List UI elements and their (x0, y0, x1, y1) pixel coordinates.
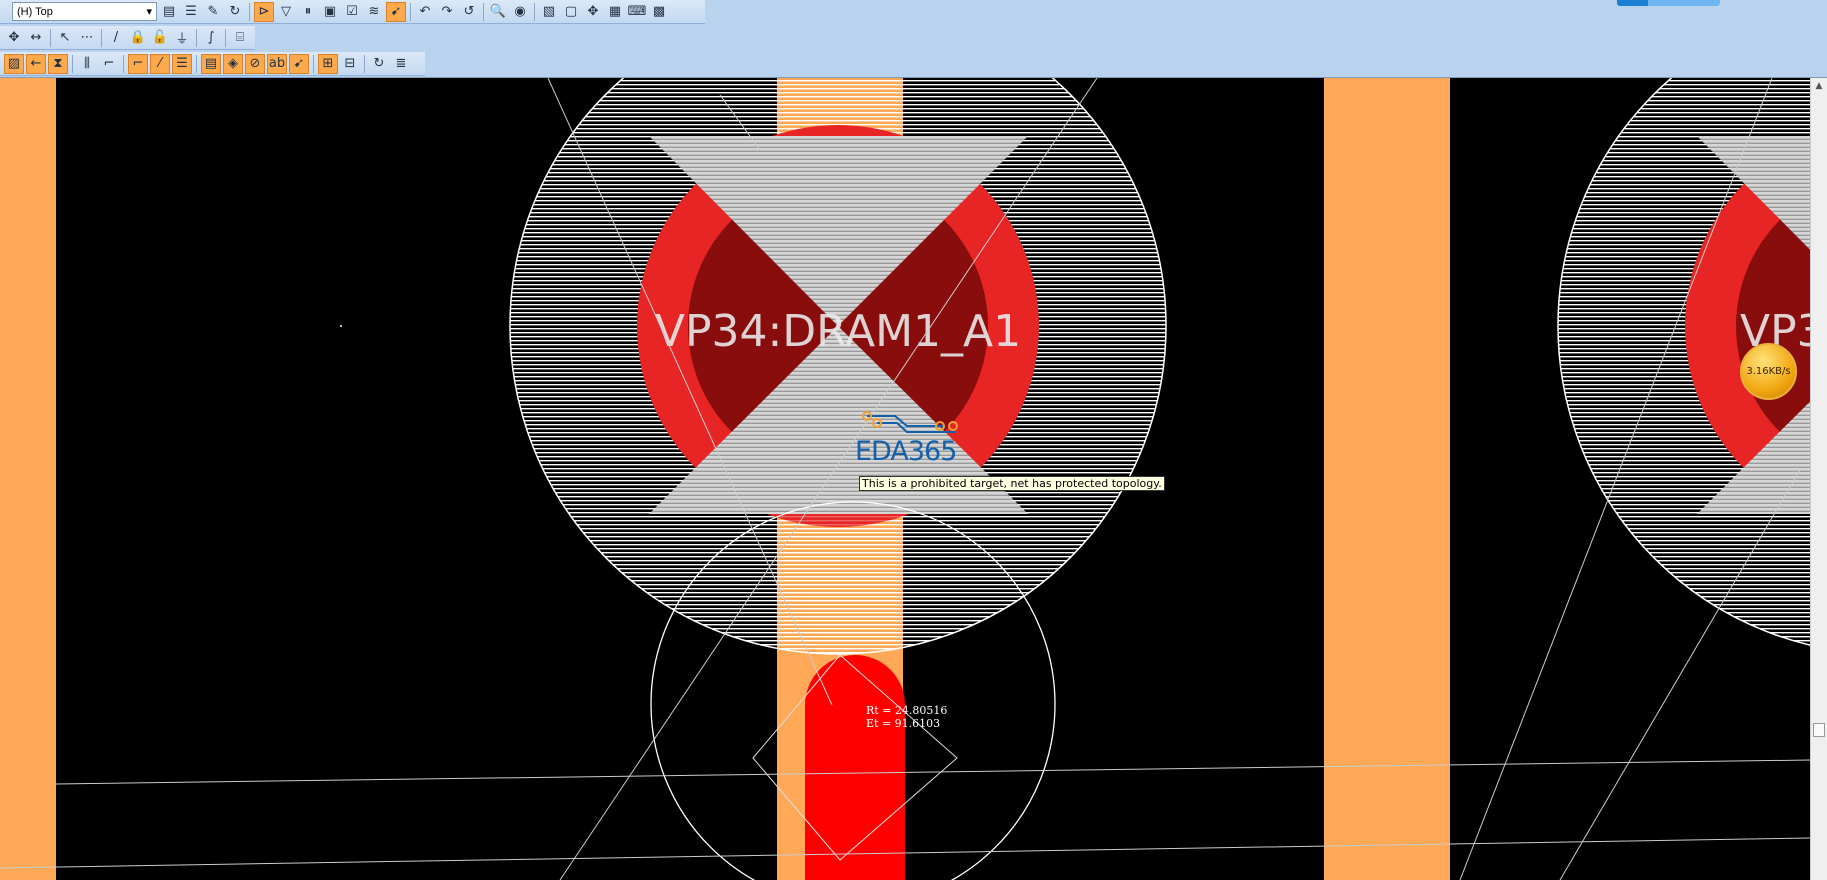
toolbar-separator (313, 54, 314, 73)
view-icon[interactable]: ◉ (510, 2, 530, 22)
keyboard-icon[interactable]: ⌨ (627, 2, 647, 22)
toolbar-separator (72, 54, 73, 73)
picture-icon[interactable]: ▧ (539, 2, 559, 22)
scroll-thumb[interactable] (1813, 723, 1825, 737)
move-icon[interactable]: ✥ (4, 28, 24, 48)
select-nets-icon[interactable]: ➹ (386, 1, 406, 22)
toolbar-separator (225, 28, 226, 47)
angle-route-icon[interactable]: ⌐ (128, 53, 148, 74)
undo-icon[interactable]: ↶ (415, 2, 435, 22)
via-icon[interactable]: ⏚ (172, 28, 192, 48)
pointer-icon[interactable]: ➹ (289, 53, 309, 74)
nets-icon[interactable]: ≋ (364, 2, 384, 22)
pause-icon[interactable]: ⏸ (298, 2, 318, 22)
table-icon[interactable]: ▦ (605, 2, 625, 22)
stretch-icon[interactable]: ↔ (26, 28, 46, 48)
tooltip: This is a prohibited target, net has pro… (859, 476, 1165, 491)
toolbar-row-1: (H) Top ▾ ▤ ☰ ✎ ↻ ⊳ ▽ ⏸ ▣ ☑ ≋ ➹ ↶ ↷ ↺ 🔍 ◉ ▧ ▢ ✥ ▦ ⌨ ▩ (0, 0, 705, 24)
pads-icon[interactable]: ▩ (649, 2, 669, 22)
toolbar-separator (101, 28, 102, 47)
eda365-logo: EDA365 (855, 410, 965, 467)
toolbar: (H) Top ▾ ▤ ☰ ✎ ↻ ⊳ ▽ ⏸ ▣ ☑ ≋ ➹ ↶ ↷ ↺ 🔍 ◉ ▧ ▢ ✥ ▦ ⌨ ▩ ✥ ↔ ↖ ⋯ / 🔒 🔓 ⏚… (0, 0, 1827, 78)
component-icon[interactable]: ⊞ (318, 53, 338, 74)
back-icon[interactable]: ← (26, 53, 46, 74)
tune-icon[interactable]: ⌸ (230, 28, 250, 48)
plane-icon[interactable]: ▤ (201, 53, 221, 74)
lock-icon[interactable]: 🔒 (128, 28, 148, 48)
keepout-icon[interactable]: ⊘ (245, 53, 265, 74)
window-icon[interactable]: ▢ (561, 2, 581, 22)
rt-readout: Rt = 24.80516 (866, 704, 947, 717)
arc-icon[interactable]: ∫ (201, 28, 221, 48)
toolbar-separator (364, 54, 365, 73)
corner-icon[interactable]: ⌐ (99, 54, 119, 74)
vertical-scrollbar[interactable]: ▲ (1810, 78, 1827, 880)
bus-route-icon[interactable]: ⫼ (77, 54, 97, 74)
sync-icon[interactable]: ↻ (369, 54, 389, 74)
toolbar-separator (123, 54, 124, 73)
toolbar-separator (249, 2, 250, 21)
circuit-logo-icon (862, 411, 958, 433)
redo-icon[interactable]: ↷ (437, 2, 457, 22)
unlock-icon[interactable]: 🔓 (150, 28, 170, 48)
refresh-icon[interactable]: ↻ (225, 2, 245, 22)
drc-filter-icon[interactable]: ▽ (276, 2, 296, 22)
logo-text: EDA365 (855, 436, 957, 467)
scroll-up-icon[interactable]: ▲ (1811, 81, 1827, 91)
brush-icon[interactable]: ✎ (203, 2, 223, 22)
et-readout: Et = 91.6103 (866, 717, 940, 730)
select-filter-icon[interactable]: ⊳ (254, 1, 274, 22)
copper-icon[interactable]: ◈ (223, 53, 243, 74)
toolbar-separator (483, 2, 484, 21)
trace-right (1324, 78, 1450, 880)
list-icon[interactable]: ☰ (181, 2, 201, 22)
redraw-icon[interactable]: ↺ (459, 2, 479, 22)
toolbar-row-2: ✥ ↔ ↖ ⋯ / 🔒 🔓 ⏚ ∫ ⌸ (0, 26, 255, 50)
text-icon[interactable]: ab (267, 53, 287, 74)
network-speed-badge[interactable]: 3.16KB/s (1740, 343, 1797, 400)
layer-select[interactable]: (H) Top ▾ (12, 2, 157, 21)
red-trace (805, 655, 905, 880)
toolbar-separator (534, 2, 535, 21)
net-icon[interactable]: ▣ (320, 2, 340, 22)
zoom-icon[interactable]: 🔍 (488, 2, 508, 22)
toolbar-separator (50, 28, 51, 47)
pad-label: VP34:DRAM1_A1 (655, 306, 1021, 357)
chevron-down-icon: ▾ (146, 6, 152, 18)
hourglass-icon[interactable]: ⧗ (48, 53, 68, 74)
progress-widget (1617, 0, 1720, 6)
stack-icon[interactable]: ≣ (391, 54, 411, 74)
document-check-icon[interactable]: ☑ (342, 2, 362, 22)
route-icon[interactable]: / (106, 28, 126, 48)
board-icon[interactable]: ▨ (4, 53, 24, 74)
layer-select-value: (H) Top (17, 5, 53, 18)
toolbar-separator (196, 28, 197, 47)
cluster-icon[interactable]: ⊟ (340, 54, 360, 74)
diagonal-route-icon[interactable]: ⁄ (150, 53, 170, 74)
pan-icon[interactable]: ✥ (583, 2, 603, 22)
properties-icon[interactable]: ▤ (159, 2, 179, 22)
layers-icon[interactable]: ☰ (172, 53, 192, 74)
area-select-icon[interactable]: ⋯ (77, 28, 97, 48)
trace-left (0, 78, 56, 880)
toolbar-separator (410, 2, 411, 21)
toolbar-row-3: ▨ ← ⧗ ⫼ ⌐ ⌐ ⁄ ☰ ▤ ◈ ⊘ ab ➹ ⊞ ⊟ ↻ ≣ (0, 52, 425, 76)
select-icon[interactable]: ↖ (55, 28, 75, 48)
toolbar-separator (196, 54, 197, 73)
